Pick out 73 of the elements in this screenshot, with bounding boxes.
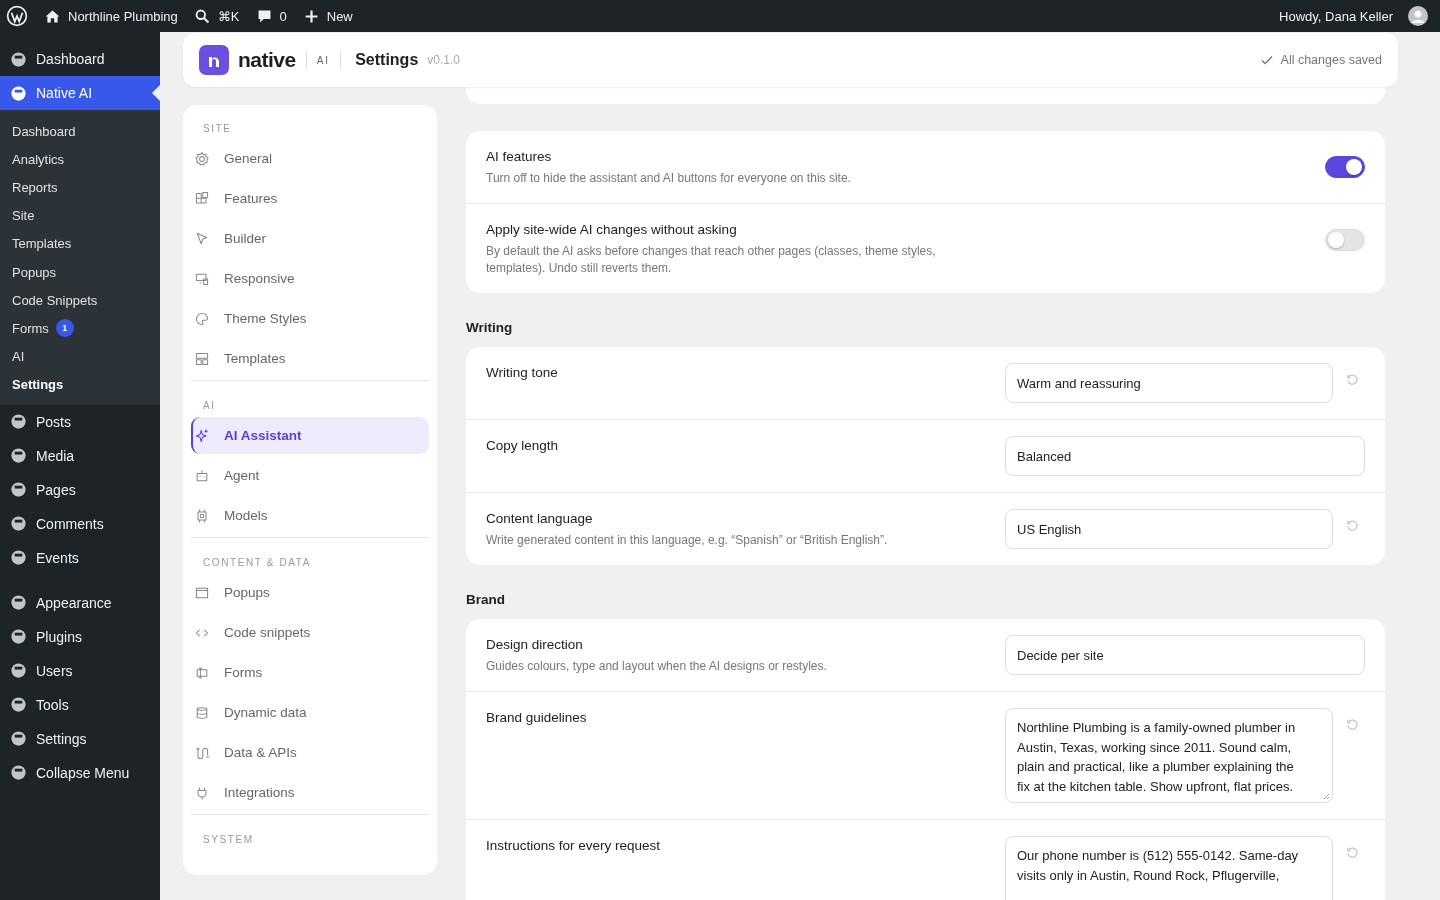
text-field[interactable]: Decide per site [1005, 635, 1365, 675]
nav-section-heading: CONTENT & DATA [202, 556, 312, 570]
comments-link[interactable]: 0 [255, 7, 287, 25]
admin-menu-item[interactable]: Dashboard [0, 42, 160, 76]
admin-menu-item[interactable]: Appearance [0, 585, 160, 620]
brand-name: native [238, 48, 296, 72]
admin-menu-item[interactable]: Collapse Menu [0, 755, 160, 790]
text-field[interactable]: Warm and reassuring [1005, 363, 1333, 403]
setting-label: Writing tone [486, 365, 558, 381]
admin-submenu-item[interactable]: Dashboard [0, 117, 160, 146]
settings-nav-item[interactable]: Dynamic data [191, 694, 429, 731]
text-field[interactable]: US English [1005, 509, 1333, 549]
settings-nav-item[interactable]: Integrations [191, 774, 429, 811]
settings-nav-item[interactable]: Features [191, 180, 429, 217]
admin-submenu-item[interactable]: Reports [0, 173, 160, 202]
settings-nav-item[interactable]: Models [191, 497, 429, 534]
section-heading: Brand [466, 592, 506, 607]
settings-nav-item[interactable]: Responsive [191, 260, 429, 297]
settings-nav-item[interactable]: Theme Styles [191, 300, 429, 337]
account-menu[interactable]: Howdy, Dana Keller [1279, 6, 1428, 26]
admin-menu-item[interactable]: Posts [0, 404, 160, 439]
admin-submenu-item[interactable]: Analytics [0, 145, 160, 174]
admin-submenu-item[interactable]: Site [0, 201, 160, 230]
site-name-link[interactable]: Northline Plumbing [44, 7, 178, 25]
admin-menu-item[interactable]: Comments [0, 506, 160, 541]
admin-menu-item[interactable]: Plugins [0, 619, 160, 654]
new-content-button[interactable]: New [302, 7, 353, 25]
save-status: All changes saved [1280, 53, 1382, 67]
settings-nav-item[interactable]: Builder [191, 220, 429, 257]
admin-menu-item[interactable]: Events [0, 540, 160, 575]
admin-submenu-item[interactable]: Settings [0, 370, 160, 399]
admin-menu-item[interactable]: Settings [0, 721, 160, 756]
admin-submenu-item[interactable]: Templates [0, 229, 160, 258]
text-field[interactable]: Balanced [1005, 436, 1365, 476]
admin-menu-item[interactable]: Users [0, 653, 160, 688]
setting-label: Instructions for every request [486, 838, 661, 854]
setting-label: Apply site-wide AI changes without asking [486, 222, 738, 238]
settings-nav-item[interactable]: Forms [191, 654, 429, 691]
admin-menu-item[interactable]: Tools [0, 687, 160, 722]
setting-label: Design direction [486, 637, 584, 653]
setting-label: AI features [486, 149, 553, 165]
setting-description: Write generated content in this language, e.g. “Spanish” or “British English”. [486, 532, 888, 549]
settings-nav-item[interactable]: AI Assistant [191, 417, 429, 454]
admin-submenu-item[interactable]: Code Snippets [0, 286, 160, 315]
setting-description: Guides colours, type and layout when the AI designs or restyles. [486, 658, 827, 675]
admin-menu-item[interactable]: Pages [0, 472, 160, 507]
admin-menu-item[interactable]: Native AI [0, 76, 160, 110]
text-area[interactable]: Our phone number is (512) 555-0142. Same-day visits only in Austin, Round Rock, Pflugerville, [1005, 836, 1333, 900]
admin-submenu-item[interactable]: Popups [0, 257, 160, 287]
setting-label: Brand guidelines [486, 710, 587, 726]
version-label: v0.1.0 [427, 53, 460, 67]
settings-nav-item[interactable]: Popups [191, 574, 429, 611]
settings-nav-item[interactable]: Agent [191, 457, 429, 494]
setting-description: Turn off to hide the assistant and AI buttons for everyone on this site. [486, 170, 851, 187]
section-heading: Writing [466, 320, 514, 335]
admin-menu-item[interactable]: Media [0, 438, 160, 473]
brand-tag: AI [316, 54, 331, 66]
settings-nav-item[interactable]: Data & APIs [191, 734, 429, 771]
settings-nav-item[interactable]: Templates [191, 340, 429, 377]
admin-submenu-item[interactable]: Forms 1 [0, 314, 160, 343]
count-badge: 1 [55, 319, 74, 338]
admin-submenu-item[interactable]: AI [0, 342, 160, 371]
text-area[interactable]: Northline Plumbing is a family-owned plumber in Austin, Texas, working since 2011. Sound calm, plain and practical, like a plumber explaining the fix at the kitchen table. Show upfront, flat prices. [1005, 708, 1333, 803]
search-shortcut-button[interactable]: ⌘K [193, 7, 240, 25]
setting-label: Content language [486, 511, 594, 527]
nav-section-heading: SITE [202, 122, 233, 136]
settings-nav-item[interactable]: Code snippets [191, 614, 429, 651]
setting-label: Copy length [486, 438, 559, 454]
nav-section-heading: AI [202, 399, 217, 413]
settings-nav-item[interactable]: General [191, 140, 429, 177]
nav-section-heading: SYSTEM [202, 833, 255, 847]
setting-description: By default the AI asks before changes that reach other pages (classes, theme styles, templates). Undo still reverts them. [486, 243, 937, 277]
page-title: Settings [355, 51, 419, 69]
